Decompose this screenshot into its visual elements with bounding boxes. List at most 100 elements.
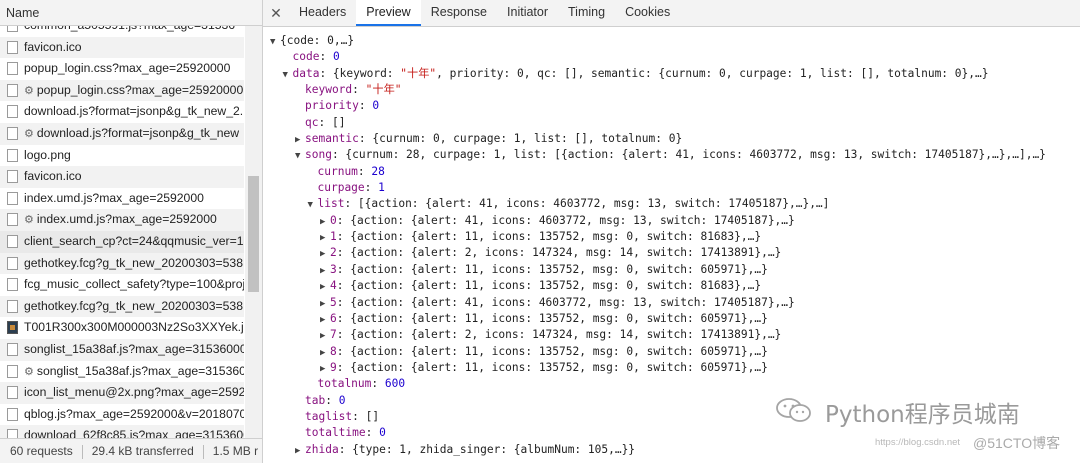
- detail-tabbar: ✕ Headers Preview Response Initiator Timing C…: [263, 0, 1080, 27]
- request-row[interactable]: client_search_cp?ct=24&qqmusic_ver=1.: [0, 230, 244, 253]
- request-row[interactable]: gethotkey.fcg?g_tk_new_20200303=538.: [0, 252, 244, 275]
- request-row[interactable]: favicon.ico: [0, 166, 244, 188]
- collapsed-arrow-icon[interactable]: ▶: [320, 328, 330, 344]
- file-icon: [7, 364, 18, 378]
- expanded-arrow-icon[interactable]: ▼: [295, 148, 305, 164]
- json-tree-line[interactable]: ▼ list: [{action: {alert: 41, icons: 4603…: [270, 196, 1080, 212]
- request-row[interactable]: download_62f8c85.js?max_age=3153600: [0, 425, 244, 438]
- request-row[interactable]: ⚙ popup_login.css?max_age=25920000: [0, 79, 244, 102]
- json-tree-line[interactable]: ▶ 2: {action: {alert: 2, icons: 147324, m…: [270, 245, 1080, 261]
- close-icon[interactable]: ✕: [263, 0, 289, 26]
- request-row[interactable]: qblog.js?max_age=2592000&v=2018070: [0, 404, 244, 426]
- json-tree-line: curpage: 1: [270, 180, 1080, 196]
- watermark-51cto: @51CTO博客: [973, 435, 1061, 451]
- request-name: favicon.ico: [24, 39, 82, 54]
- json-tree-line[interactable]: ▶ 6: {action: {alert: 11, icons: 135752, …: [270, 311, 1080, 327]
- collapsed-arrow-icon[interactable]: ▶: [320, 345, 330, 361]
- json-tree-line[interactable]: ▼ data: {keyword: "十年", priority: 0, qc: …: [270, 66, 1080, 82]
- json-tree-line[interactable]: ▶ 8: {action: {alert: 11, icons: 135752, …: [270, 344, 1080, 360]
- file-icon: [7, 126, 18, 140]
- json-key: 7: [330, 328, 337, 342]
- json-text: :: [365, 426, 380, 440]
- collapsed-arrow-icon[interactable]: ▶: [320, 230, 330, 246]
- json-text: :: [364, 181, 379, 195]
- request-row[interactable]: fcg_music_collect_safety?type=100&proj: [0, 274, 244, 296]
- network-status-bar: 60 requests 29.4 kB transferred 1.5 MB r: [0, 438, 262, 463]
- json-tree-line[interactable]: ▶ 9: {action: {alert: 11, icons: 135752, …: [270, 360, 1080, 376]
- name-column-header[interactable]: Name: [0, 0, 262, 26]
- json-key: data: [292, 66, 320, 80]
- json-tree-line[interactable]: ▶ 5: {action: {alert: 41, icons: 4603772,…: [270, 295, 1080, 311]
- watermark-url: https://blog.csdn.net: [875, 437, 961, 448]
- json-tree-line[interactable]: ▶ 4: {action: {alert: 11, icons: 135752, …: [270, 278, 1080, 294]
- json-key: taglist: [305, 409, 353, 423]
- json-key: 9: [330, 360, 337, 374]
- json-tree-line[interactable]: ▶ semantic: {curnum: 0, curpage: 1, list:…: [270, 131, 1080, 147]
- json-key: curpage: [317, 181, 365, 195]
- request-name: download_62f8c85.js?max_age=3153600: [24, 428, 244, 438]
- json-key: 5: [330, 295, 337, 309]
- json-tree-line[interactable]: ▶ 0: {action: {alert: 41, icons: 4603772,…: [270, 213, 1080, 229]
- request-row[interactable]: index.umd.js?max_age=2592000: [0, 188, 244, 210]
- json-key: semantic: [305, 132, 359, 146]
- collapsed-arrow-icon[interactable]: ▶: [320, 214, 330, 230]
- request-row[interactable]: ⚙ download.js?format=jsonp&g_tk_new: [0, 122, 244, 145]
- request-row[interactable]: gethotkey.fcg?g_tk_new_20200303=538.: [0, 295, 244, 318]
- file-icon: [7, 40, 18, 54]
- collapsed-arrow-icon[interactable]: ▶: [295, 443, 305, 459]
- tab-cookies[interactable]: Cookies: [615, 0, 680, 26]
- json-tree-line[interactable]: ▼ song: {curnum: 28, curpage: 1, list: [{…: [270, 147, 1080, 163]
- json-tree-line[interactable]: ▼ {code: 0,…}: [270, 33, 1080, 49]
- json-text: , priority: 0, qc: [], semantic: {curnum…: [436, 66, 989, 80]
- collapsed-arrow-icon[interactable]: ▶: [320, 361, 330, 377]
- collapsed-arrow-icon[interactable]: ▶: [320, 312, 330, 328]
- json-text: : {action: {alert: 11, icons: 135752, ms…: [336, 279, 762, 293]
- request-list-scrollbar[interactable]: [245, 26, 262, 438]
- expanded-arrow-icon[interactable]: ▼: [283, 67, 293, 83]
- request-name: songlist_15a38af.js?max_age=3153600: [36, 363, 244, 378]
- collapsed-arrow-icon[interactable]: ▶: [295, 132, 305, 148]
- request-row[interactable]: common_a505591.js?max_age=31536: [0, 26, 244, 37]
- json-key: 2: [330, 246, 337, 260]
- json-text: :: [358, 99, 373, 113]
- collapsed-arrow-icon[interactable]: ▶: [320, 279, 330, 295]
- json-key: totalnum: [317, 377, 372, 391]
- expanded-arrow-icon[interactable]: ▼: [270, 34, 280, 50]
- json-key: 8: [330, 344, 337, 358]
- request-row[interactable]: songlist_15a38af.js?max_age=31536000: [0, 338, 244, 361]
- collapsed-arrow-icon[interactable]: ▶: [320, 296, 330, 312]
- request-row[interactable]: icon_list_menu@2x.png?max_age=25920: [0, 382, 244, 404]
- collapsed-arrow-icon[interactable]: ▶: [320, 263, 330, 279]
- json-text: : {action: {alert: 41, icons: 4603772, m…: [336, 213, 795, 227]
- json-text: : {action: {alert: 2, icons: 147324, msg…: [336, 246, 782, 260]
- file-icon: [7, 256, 18, 270]
- json-text: :: [319, 50, 333, 64]
- request-row[interactable]: logo.png: [0, 145, 244, 167]
- file-icon: [7, 429, 18, 438]
- tab-timing[interactable]: Timing: [558, 0, 615, 26]
- request-row[interactable]: popup_login.css?max_age=25920000: [0, 58, 244, 80]
- tab-headers[interactable]: Headers: [289, 0, 356, 26]
- request-row[interactable]: favicon.ico: [0, 36, 244, 59]
- tab-response[interactable]: Response: [421, 0, 497, 26]
- request-row[interactable]: ⚙ index.umd.js?max_age=2592000: [0, 209, 244, 231]
- json-tree-line[interactable]: ▶ 3: {action: {alert: 11, icons: 135752, …: [270, 262, 1080, 278]
- json-tree-line[interactable]: ▶ 1: {action: {alert: 11, icons: 135752, …: [270, 229, 1080, 245]
- scrollbar-thumb[interactable]: [248, 176, 259, 292]
- json-key: tab: [305, 393, 326, 407]
- request-name: client_search_cp?ct=24&qqmusic_ver=1.: [24, 233, 244, 248]
- tab-preview[interactable]: Preview: [356, 0, 421, 26]
- json-tree-line[interactable]: ▶ 7: {action: {alert: 2, icons: 147324, m…: [270, 327, 1080, 343]
- tab-initiator[interactable]: Initiator: [497, 0, 558, 26]
- json-key: 6: [330, 311, 337, 325]
- request-row[interactable]: T001R300x300M000003Nz2So3XXYek.jp.: [0, 317, 244, 339]
- request-name: T001R300x300M000003Nz2So3XXYek.jp.: [24, 320, 244, 335]
- request-name: qblog.js?max_age=2592000&v=2018070: [24, 406, 244, 421]
- request-name: favicon.ico: [24, 169, 82, 184]
- request-row[interactable]: download.js?format=jsonp&g_tk_new_2.: [0, 101, 244, 123]
- collapsed-arrow-icon[interactable]: ▶: [320, 246, 330, 262]
- expanded-arrow-icon[interactable]: ▼: [308, 197, 318, 213]
- request-name: index.umd.js?max_age=2592000: [36, 212, 217, 227]
- json-tree-line: qc: []: [270, 115, 1080, 131]
- request-row[interactable]: ⚙ songlist_15a38af.js?max_age=3153600: [0, 361, 244, 383]
